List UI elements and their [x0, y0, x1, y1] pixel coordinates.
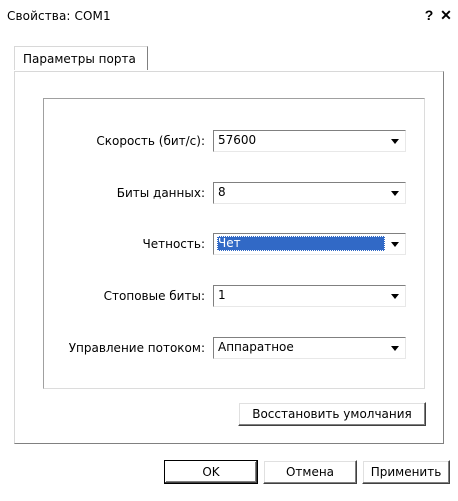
chevron-down-icon[interactable] — [387, 235, 404, 253]
flow-control-value: Аппаратное — [218, 340, 294, 354]
title-bar: Свойства: COM1 ? ✕ — [0, 0, 458, 30]
parity-value: Чет — [217, 236, 385, 251]
data-bits-label: Биты данных: — [116, 186, 205, 200]
chevron-down-icon[interactable] — [387, 184, 404, 202]
baud-rate-value: 57600 — [218, 133, 257, 147]
parity-dropdown[interactable]: Чет — [213, 233, 406, 255]
tab-strip: Параметры порта — [0, 46, 458, 72]
chevron-down-icon[interactable] — [387, 132, 404, 150]
parity-label: Четность: — [142, 237, 206, 251]
window-title: Свойства: COM1 — [7, 9, 111, 23]
close-button[interactable]: ✕ — [438, 7, 454, 23]
stop-bits-dropdown[interactable]: 1 — [213, 285, 406, 307]
chevron-down-icon[interactable] — [387, 339, 404, 357]
help-button[interactable]: ? — [421, 7, 437, 23]
baud-rate-label: Скорость (бит/с): — [96, 134, 205, 148]
baud-rate-dropdown[interactable]: 57600 — [213, 130, 406, 152]
data-bits-dropdown[interactable]: 8 — [213, 182, 406, 204]
restore-defaults-button[interactable]: Восстановить умолчания — [238, 402, 426, 426]
tab-label: Параметры порта — [23, 52, 136, 66]
flow-control-label: Управление потоком: — [68, 341, 205, 355]
chevron-down-icon[interactable] — [387, 287, 404, 305]
flow-control-dropdown[interactable]: Аппаратное — [213, 337, 406, 359]
stop-bits-value: 1 — [218, 288, 226, 302]
data-bits-value: 8 — [218, 185, 226, 199]
cancel-button[interactable]: Отмена — [263, 460, 357, 484]
ok-button[interactable]: OK — [164, 460, 258, 484]
stop-bits-label: Стоповые биты: — [103, 289, 205, 303]
apply-button[interactable]: Применить — [362, 460, 450, 484]
tab-port-settings[interactable]: Параметры порта — [14, 46, 148, 70]
